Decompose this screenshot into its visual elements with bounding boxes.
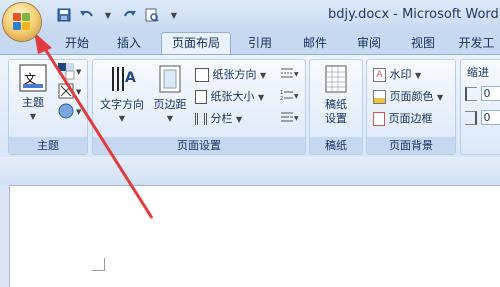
line-numbers-button[interactable]: 1 2 ▼: [279, 88, 301, 105]
office-logo-icon: [13, 13, 31, 31]
group-manuscript-label: 稿纸: [310, 137, 362, 154]
tab-developer[interactable]: 开发工: [453, 33, 500, 54]
indent-right-value[interactable]: 0: [480, 110, 500, 125]
redo-icon[interactable]: [122, 7, 138, 23]
orientation-dropdown-icon: ▼: [260, 71, 267, 80]
size-button[interactable]: 纸张大小 ▼: [195, 88, 264, 104]
theme-effects-icon: ▼: [58, 103, 82, 119]
margins-icon: [159, 65, 181, 93]
columns-icon: [195, 113, 207, 125]
tab-insert[interactable]: 插入: [109, 33, 149, 54]
orientation-icon: [195, 68, 209, 82]
ribbon: 文 主题 ▼ ▼ ▼ ▼ 主题 A 文字方向 ▼ 页边距 ▼ 纸张方向 ▼ 纸张…: [0, 54, 500, 158]
tab-review[interactable]: 审阅: [349, 33, 389, 54]
svg-text:▼: ▼: [294, 93, 299, 100]
orientation-button[interactable]: 纸张方向 ▼: [195, 66, 266, 82]
page-color-button[interactable]: 页面颜色 ▼: [373, 88, 443, 104]
text-direction-label: 文字方向: [100, 98, 144, 111]
text-direction-dropdown-icon: ▼: [118, 114, 126, 123]
theme-colors-icon: ▼: [58, 63, 82, 80]
quick-access-toolbar: ▼ ▼: [56, 6, 182, 24]
page-border-button[interactable]: 页面边框: [373, 110, 433, 126]
theme-fonts-button[interactable]: ▼: [57, 82, 82, 103]
tab-mailings[interactable]: 邮件: [295, 33, 335, 54]
svg-text:▼: ▼: [76, 68, 81, 76]
manuscript-label: 稿纸 设置: [325, 98, 347, 125]
svg-text:▼: ▼: [76, 108, 81, 116]
group-page-background: A 水印 ▼ 页面颜色 ▼ 页面边框 页面背景: [366, 59, 456, 155]
page-corner-marker: [92, 258, 105, 271]
theme-fonts-icon: ▼: [58, 83, 82, 99]
page-border-icon: [373, 112, 385, 126]
margins-label: 页边距: [153, 98, 187, 111]
breaks-icon: ▼: [281, 68, 299, 78]
hyphenation-icon: ▼: [281, 112, 299, 122]
page-color-dropdown-icon: ▼: [437, 93, 444, 102]
theme-button[interactable]: 文 主题 ▼: [15, 64, 51, 124]
breaks-button[interactable]: ▼: [279, 66, 301, 83]
page-color-icon: [373, 90, 386, 104]
window-title: bdjy.docx - Microsoft Word: [328, 7, 499, 22]
size-label: 纸张大小: [210, 90, 255, 103]
save-icon[interactable]: [56, 7, 72, 23]
office-button[interactable]: [3, 3, 41, 41]
group-theme: 文 主题 ▼ ▼ ▼ ▼ 主题: [8, 59, 88, 155]
size-dropdown-icon: ▼: [258, 93, 265, 102]
watermark-dropdown-icon: ▼: [415, 71, 422, 80]
svg-text:▼: ▼: [294, 71, 299, 78]
svg-text:A: A: [125, 70, 136, 86]
horizontal-ruler[interactable]: [0, 157, 500, 186]
group-page-setup: A 文字方向 ▼ 页边距 ▼ 纸张方向 ▼ 纸张大小 ▼ 分栏 ▼ ▼ 1 2 ▼: [92, 59, 306, 155]
tab-references[interactable]: 引用: [240, 33, 280, 54]
theme-icon-text: 文: [24, 72, 37, 86]
watermark-button[interactable]: A 水印 ▼: [373, 66, 421, 82]
svg-text:▼: ▼: [294, 115, 299, 122]
undo-icon[interactable]: [78, 7, 94, 23]
text-direction-icon: A: [112, 67, 136, 91]
manuscript-settings-button[interactable]: 稿纸 设置: [316, 64, 356, 126]
page-color-label: 页面颜色: [389, 90, 434, 103]
undo-dropdown-icon[interactable]: ▼: [100, 7, 116, 23]
ribbon-tabs: 开始 插入 页面布局 引用 邮件 审阅 视图 开发工: [0, 30, 500, 55]
group-paragraph: 缩进 0 0: [460, 59, 500, 155]
theme-colors-button[interactable]: ▼: [57, 62, 82, 83]
line-numbers-icon: 12 ▼: [280, 90, 299, 102]
orientation-label: 纸张方向: [212, 68, 257, 81]
columns-label: 分栏: [210, 112, 233, 125]
indent-right-icon: [465, 111, 477, 125]
watermark-label: 水印: [389, 68, 412, 81]
margins-button[interactable]: 页边距 ▼: [151, 64, 189, 126]
watermark-icon: A: [373, 68, 386, 82]
text-direction-button[interactable]: A 文字方向 ▼: [97, 64, 147, 126]
svg-text:2: 2: [280, 96, 283, 102]
print-preview-icon[interactable]: [144, 7, 160, 23]
svg-text:▼: ▼: [76, 88, 81, 96]
tab-view[interactable]: 视图: [403, 33, 443, 54]
indent-left-field[interactable]: 0: [465, 86, 500, 101]
indent-right-field[interactable]: 0: [465, 110, 500, 125]
indent-label: 缩进: [467, 66, 489, 79]
tab-home[interactable]: 开始: [57, 33, 97, 54]
indent-left-icon: [465, 87, 477, 101]
margins-dropdown-icon: ▼: [166, 114, 174, 123]
indent-left-value[interactable]: 0: [480, 86, 500, 101]
page-border-label: 页面边框: [388, 112, 433, 125]
vertical-ruler[interactable]: [0, 185, 10, 287]
manuscript-icon: [325, 65, 347, 93]
hyphenation-button[interactable]: ▼: [279, 110, 301, 127]
title-bar: ▼ ▼ bdjy.docx - Microsoft Word: [0, 0, 500, 30]
theme-label: 主题: [22, 96, 44, 109]
group-page-setup-label: 页面设置: [93, 137, 305, 154]
columns-dropdown-icon: ▼: [236, 115, 243, 124]
group-page-background-label: 页面背景: [367, 137, 455, 154]
theme-dropdown-icon: ▼: [29, 112, 37, 121]
size-icon: [195, 90, 207, 104]
tab-page-layout[interactable]: 页面布局: [161, 32, 231, 55]
columns-button[interactable]: 分栏 ▼: [195, 110, 242, 126]
customize-qat-icon[interactable]: ▼: [166, 7, 182, 23]
theme-effects-button[interactable]: ▼: [57, 102, 82, 123]
group-theme-label: 主题: [9, 137, 87, 154]
group-manuscript: 稿纸 设置 稿纸: [309, 59, 363, 155]
